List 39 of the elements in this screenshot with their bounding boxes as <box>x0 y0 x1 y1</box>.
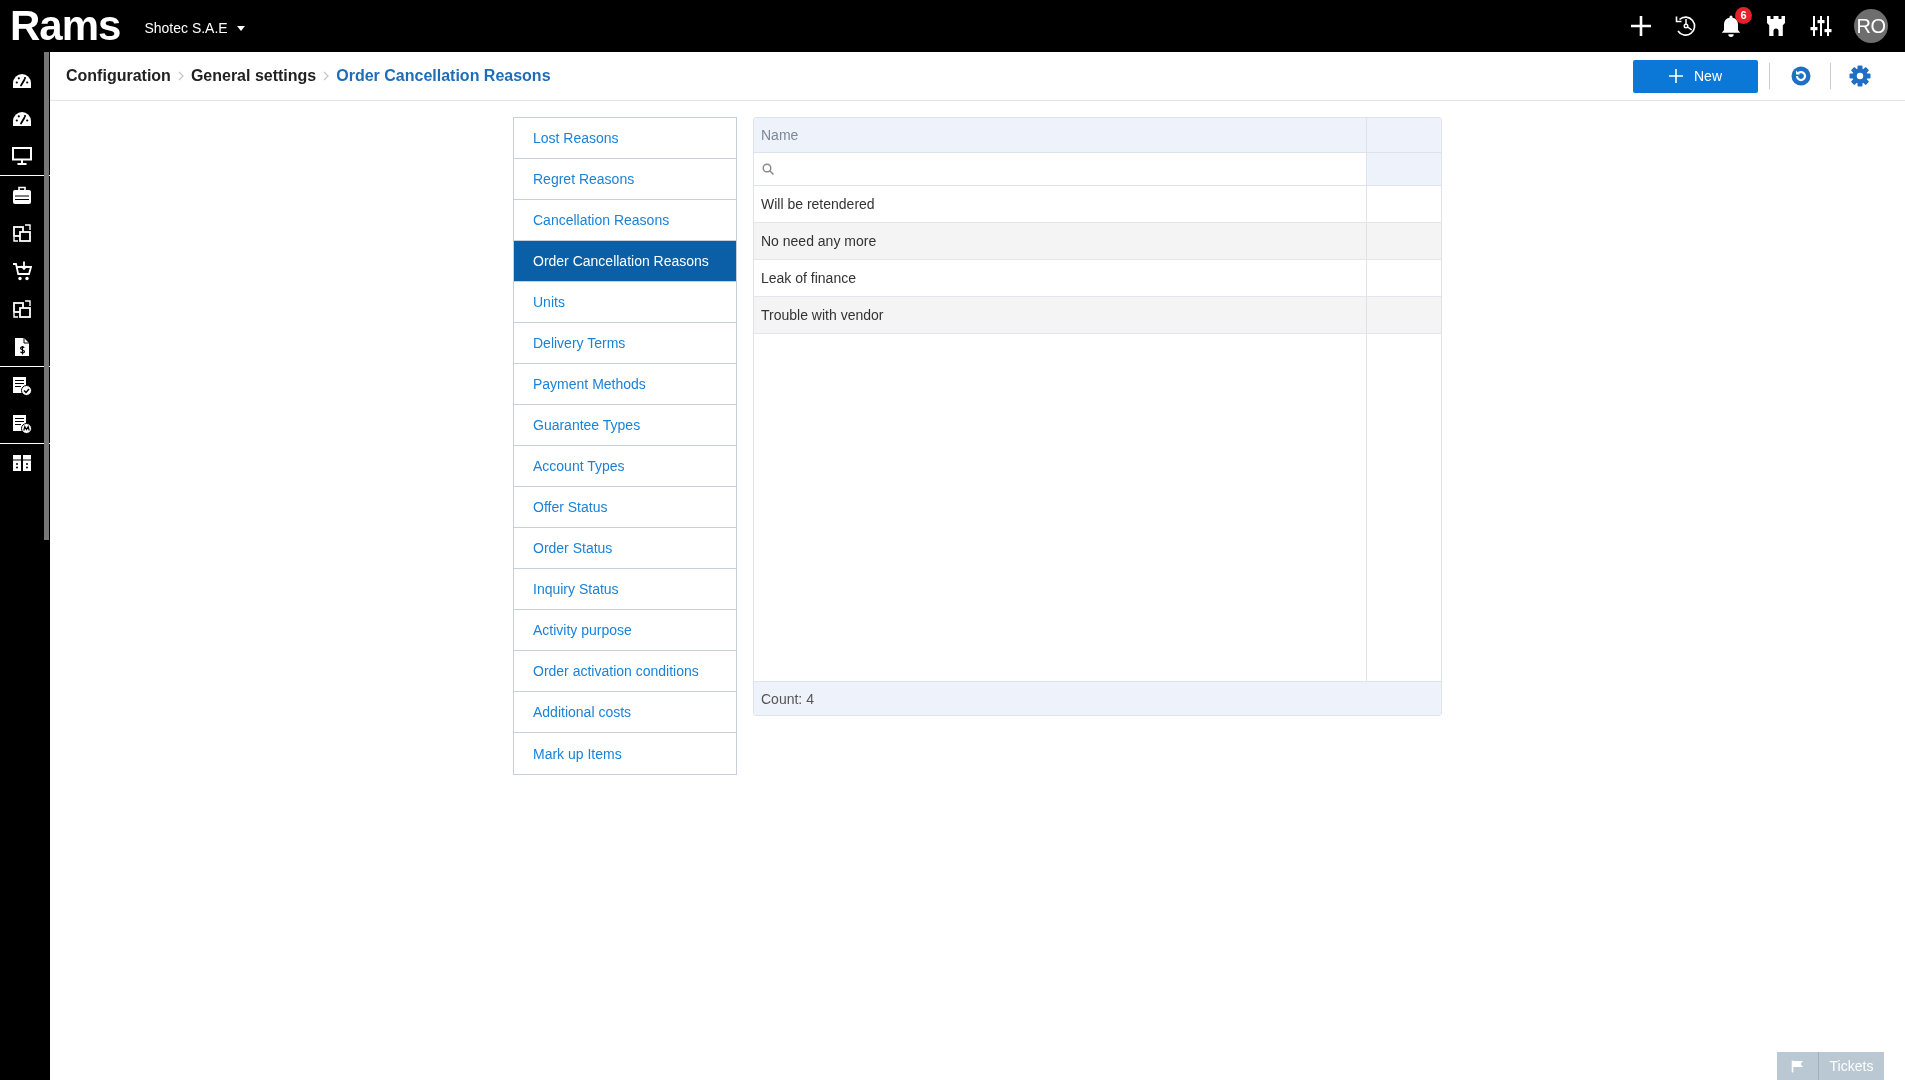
chevron-icon <box>177 71 184 81</box>
notification-badge: 6 <box>1735 7 1752 24</box>
company-dropdown[interactable]: Shotec S.A.E <box>144 16 245 40</box>
refresh-icon[interactable] <box>1791 66 1811 86</box>
user-avatar[interactable]: RO <box>1854 9 1888 43</box>
table-cell-text: Will be retendered <box>760 195 876 214</box>
cart-icon[interactable] <box>12 261 32 281</box>
dollar-document-icon[interactable] <box>13 337 31 357</box>
settings-list-item[interactable]: Order Cancellation Reasons <box>514 241 736 282</box>
columns-icon[interactable] <box>12 454 32 472</box>
sidebar-scrollbar[interactable] <box>44 52 49 540</box>
plus-icon <box>1669 69 1683 83</box>
flag-icon <box>1791 1059 1804 1073</box>
history-icon[interactable] <box>1674 14 1698 38</box>
caret-icon <box>236 25 245 31</box>
document-badge-icon[interactable] <box>12 414 32 434</box>
table-cell-text: No need any more <box>760 232 878 251</box>
windows-icon[interactable] <box>13 224 31 242</box>
sliders-icon[interactable] <box>1809 14 1833 38</box>
app-logo[interactable]: Rams <box>10 5 121 47</box>
plus-icon[interactable] <box>1629 14 1653 38</box>
breadcrumb-link[interactable]: Order Cancellation Reasons <box>336 67 551 85</box>
monitor-icon[interactable] <box>12 147 32 165</box>
new-button[interactable]: New <box>1633 59 1758 93</box>
table-cell-text: Trouble with vendor <box>760 306 885 325</box>
search-icon <box>762 163 774 175</box>
row-count: Count: 4 <box>754 681 1441 715</box>
windows-icon[interactable] <box>13 300 31 318</box>
breadcrumb-link[interactable]: Configuration <box>66 67 171 85</box>
gauge-icon[interactable] <box>12 72 32 88</box>
breadcrumb-link[interactable]: General settings <box>190 67 317 85</box>
bell-icon[interactable] <box>1719 14 1743 38</box>
checked-document-icon[interactable] <box>12 376 32 396</box>
settings-icon[interactable] <box>1849 65 1871 87</box>
gauge-icon[interactable] <box>12 110 32 126</box>
briefcase-icon[interactable] <box>12 186 32 204</box>
table-cell-text: Leak of finance <box>760 269 857 288</box>
chevron-icon <box>323 71 330 81</box>
tower-icon[interactable] <box>1764 14 1788 38</box>
